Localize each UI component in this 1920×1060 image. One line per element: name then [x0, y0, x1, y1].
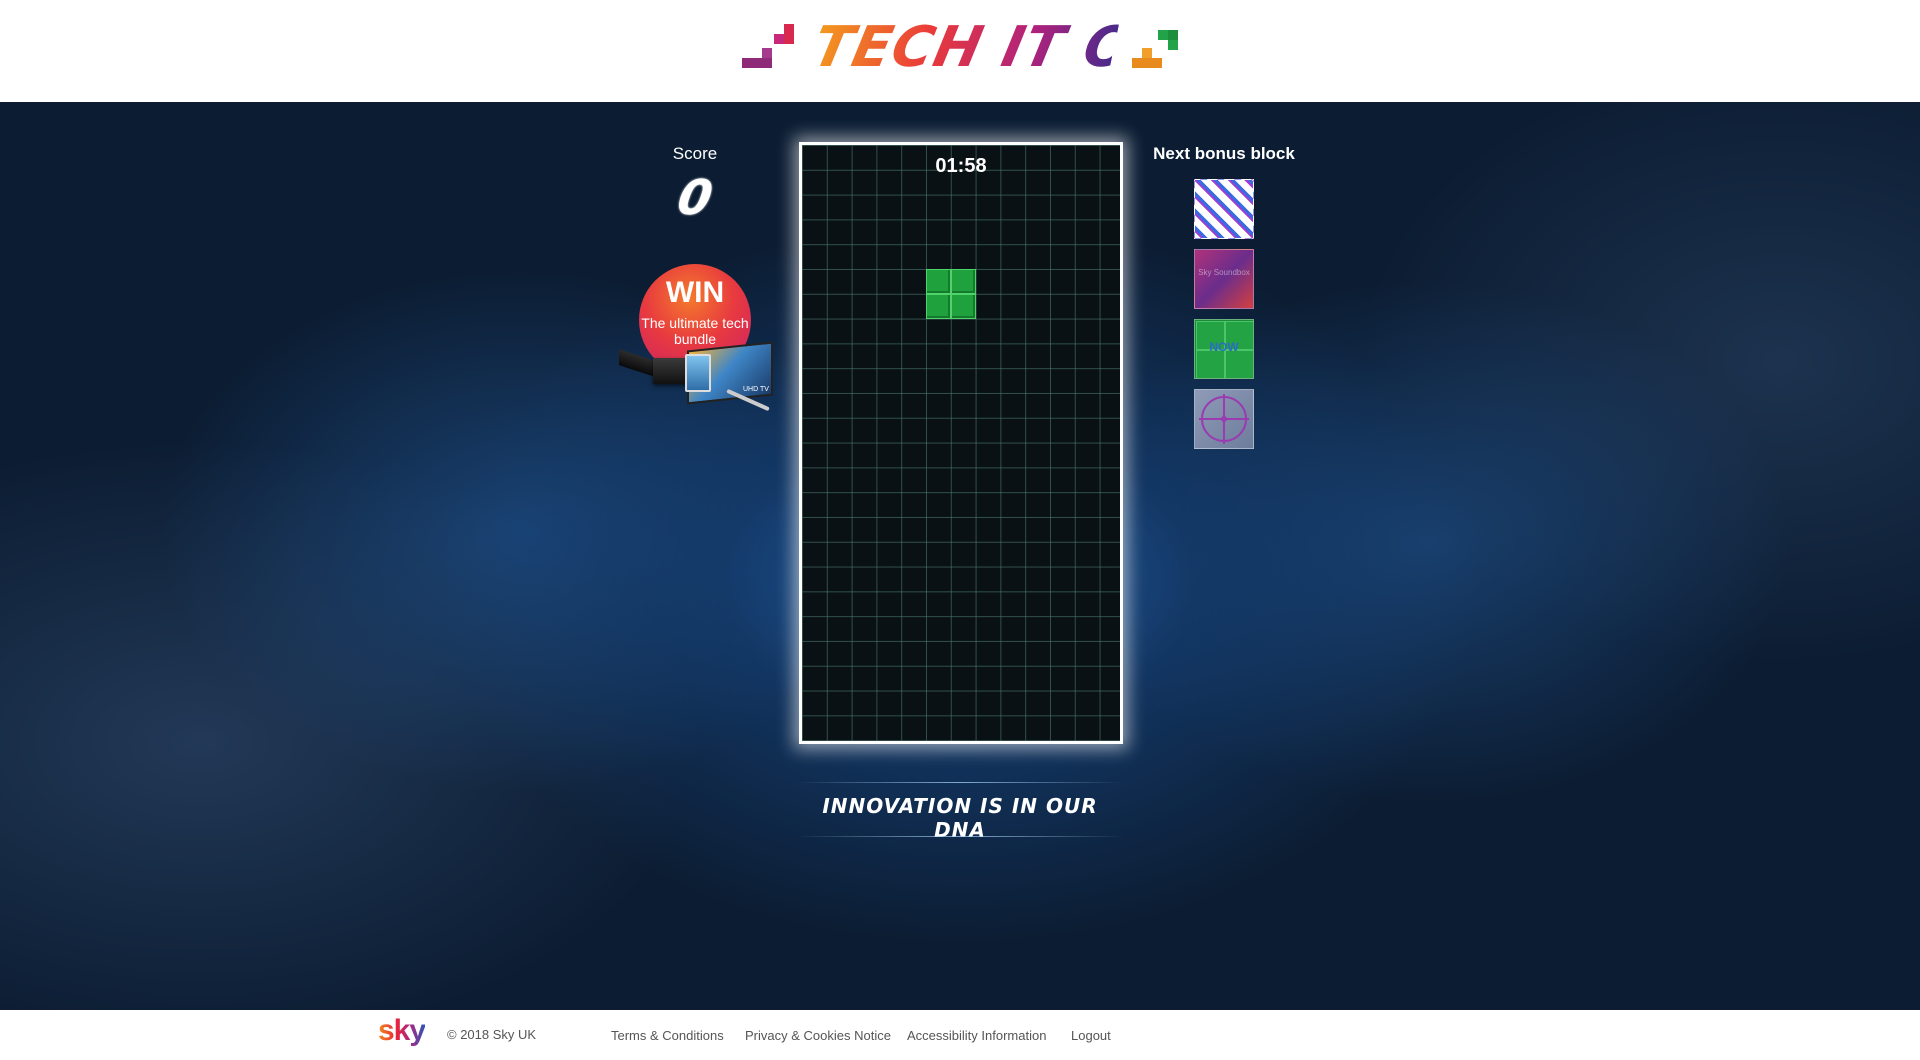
site-footer: sky © 2018 Sky UK Terms & Conditions Pri…	[0, 1010, 1920, 1060]
falling-o-piece	[926, 269, 976, 319]
logout-link[interactable]: Logout	[1071, 1028, 1111, 1043]
block-cell	[1196, 350, 1225, 378]
copyright-text: © 2018 Sky UK	[447, 1027, 537, 1042]
bonus-block-text: NOW	[1209, 340, 1239, 354]
bonus-block-pattern	[1194, 179, 1254, 239]
privacy-link[interactable]: Privacy & Cookies Notice	[745, 1028, 891, 1043]
bonus-block-target	[1194, 389, 1254, 449]
tagline-divider-top	[795, 782, 1125, 783]
piece-cell	[926, 269, 951, 294]
piece-cell	[926, 294, 951, 319]
site-header: TECH IT OUT	[0, 0, 1920, 102]
piece-cell	[951, 294, 976, 319]
bonus-block-text: Sky Soundbox	[1198, 268, 1250, 277]
promo-subline: The ultimate tech bundle	[641, 315, 749, 347]
block-cell	[1225, 350, 1253, 378]
sky-logo[interactable]: sky	[378, 1014, 426, 1048]
logo-text: TECH IT OUT	[807, 15, 1226, 80]
tagline-divider-bottom	[795, 836, 1125, 837]
left-tetromino-icon	[742, 24, 794, 68]
terms-link[interactable]: Terms & Conditions	[611, 1028, 724, 1043]
accessibility-link[interactable]: Accessibility Information	[907, 1028, 1046, 1043]
tech-it-out-logo[interactable]: TECH IT OUT	[740, 15, 1226, 80]
promo-headline: WIN	[665, 276, 725, 309]
game-board[interactable]: 01:58	[799, 142, 1123, 744]
right-tetromino-icon	[1132, 30, 1182, 70]
bonus-block-now-tv: NOW	[1194, 319, 1254, 379]
score-label: Score	[672, 144, 718, 163]
target-icon	[1199, 394, 1249, 444]
tablet-image	[685, 354, 711, 392]
next-bonus-label: Next bonus block	[1153, 144, 1295, 163]
game-timer: 01:58	[935, 155, 987, 177]
tv-label: UHD TV	[743, 386, 769, 393]
game-stage: Score 0 WIN The ultimate tech bundle UHD…	[0, 102, 1920, 1010]
piece-cell	[951, 269, 976, 294]
bonus-block-sky-soundbox: Sky Soundbox	[1194, 249, 1254, 309]
tagline: INNOVATION IS IN OUR DNA	[822, 794, 1098, 842]
score-value: 0	[673, 170, 717, 226]
win-promo[interactable]: WIN The ultimate tech bundle UHD TV	[615, 262, 775, 412]
